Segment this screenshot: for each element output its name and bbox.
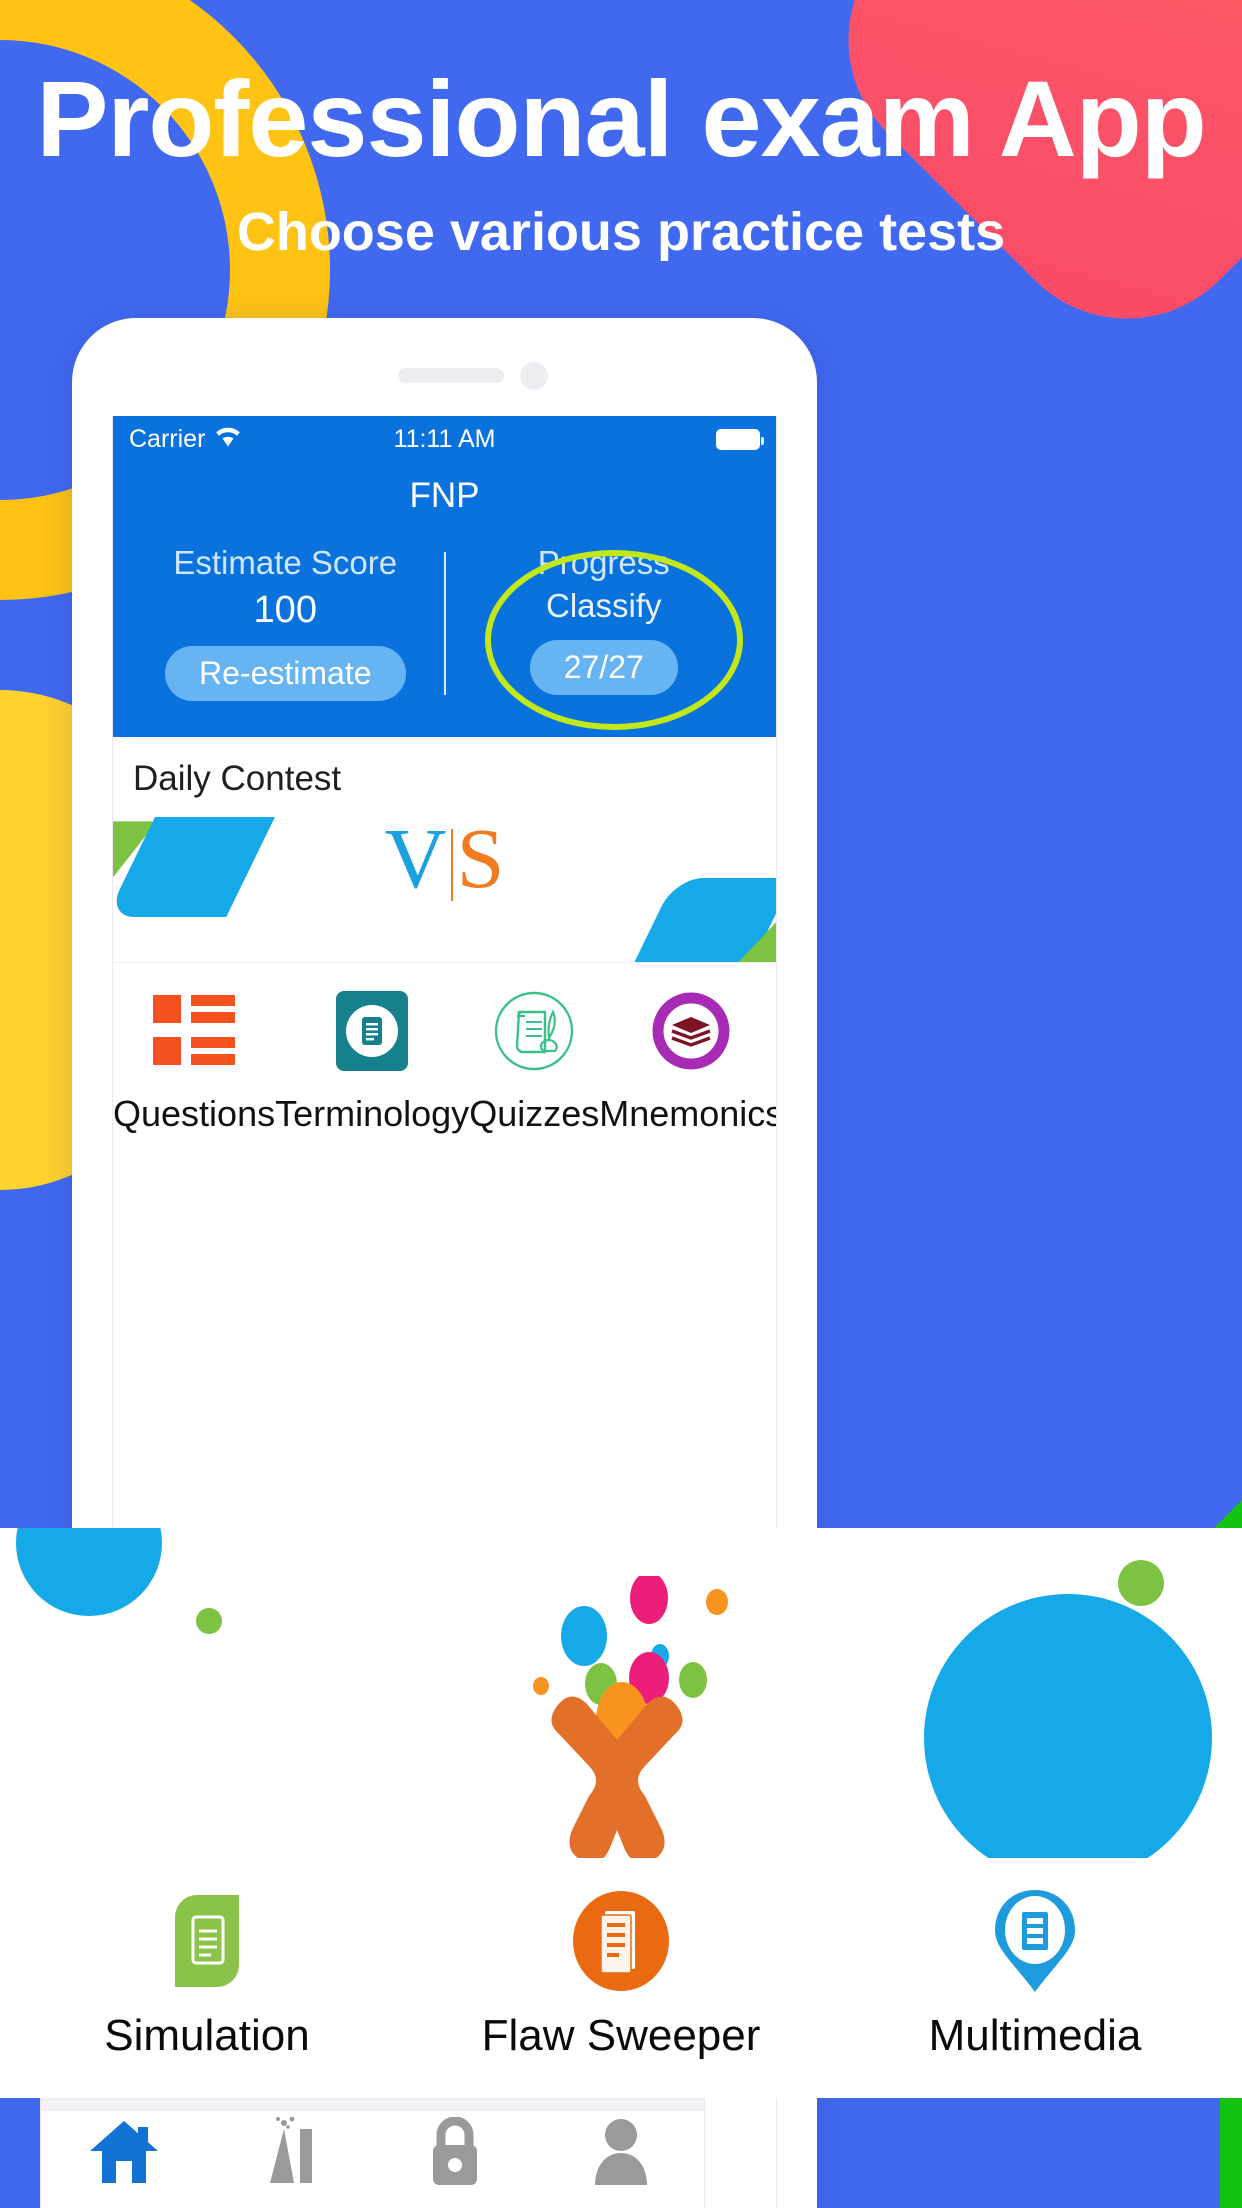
status-time: 11:11 AM (393, 424, 496, 453)
document-badge-icon (275, 989, 469, 1073)
feature-label: Simulation (104, 2011, 310, 2060)
estimate-score-label: Estimate Score (173, 544, 398, 581)
feature-multimedia[interactable]: Multimedia (828, 1887, 1242, 2061)
feature-simulation[interactable]: Simulation (0, 1887, 414, 2061)
home-icon (88, 2117, 160, 2190)
blue-semicircle-decoration (16, 1528, 162, 1616)
feature-row-primary: Questions Terminology Quizzes Mnemonics (113, 963, 777, 1154)
status-bar: Carrier 11:11 AM (113, 416, 776, 462)
estimate-score-block: Estimate Score 100 Re-estimate (127, 542, 444, 702)
feature-label: Terminology (275, 1093, 470, 1135)
phone-camera (520, 362, 548, 390)
versus-s: S (456, 810, 505, 907)
feature-label: Mnemonics (599, 1093, 777, 1135)
green-dot-decoration-2 (1118, 1560, 1164, 1606)
promo-screenshot: Professional exam App Choose various pra… (0, 0, 1242, 2208)
versus-divider (450, 829, 453, 902)
tab-home[interactable] (41, 2117, 207, 2190)
battery-icon (716, 428, 764, 450)
feature-label: Questions (113, 1093, 276, 1135)
tab-lock[interactable] (373, 2116, 539, 2190)
person-icon (589, 2117, 653, 2190)
tab-flask[interactable] (207, 2116, 373, 2190)
feature-row-secondary: Simulation Flaw Sweeper Multimedia (0, 1858, 1242, 2098)
progress-count-badge[interactable]: 27/27 (529, 639, 678, 695)
phone-speaker (398, 368, 504, 383)
layers-stack-icon (599, 989, 776, 1073)
banner-title: Professional exam App (36, 58, 1206, 179)
feature-quizzes[interactable]: Quizzes (469, 989, 599, 1135)
feature-questions[interactable]: Questions (113, 989, 275, 1135)
estimate-score-value: 100 (253, 588, 317, 631)
blue-circle-decoration (924, 1594, 1212, 1882)
documents-circle-icon (414, 1887, 828, 1995)
daily-contest-card[interactable]: Daily Contest VS (113, 737, 776, 964)
classify-label: Classify (545, 586, 662, 624)
feature-label: Multimedia (928, 2011, 1142, 2060)
progress-label: Progress (537, 544, 670, 581)
feature-flaw-sweeper[interactable]: Flaw Sweeper (414, 1887, 828, 2061)
versus-v: V (384, 810, 447, 907)
green-dot-decoration (196, 1608, 222, 1634)
promo-banner: Professional exam App Choose various pra… (0, 0, 1242, 263)
feature-terminology[interactable]: Terminology (275, 989, 469, 1135)
map-pin-document-icon (828, 1887, 1242, 1995)
re-estimate-button[interactable]: Re-estimate (165, 646, 406, 702)
daily-contest-title: Daily Contest (133, 759, 342, 799)
feature-label: Flaw Sweeper (481, 2011, 761, 2060)
erupting-flask-icon (254, 2116, 326, 2190)
scroll-quill-icon (469, 989, 599, 1073)
app-title: FNP (409, 476, 480, 515)
bottom-tab-bar (40, 2098, 705, 2208)
progress-classify-block[interactable]: Progress Classify 27/27 (446, 542, 763, 701)
banner-subtitle: Choose various practice tests (236, 201, 1006, 262)
leaf-document-icon (0, 1887, 414, 1995)
feature-mnemonics[interactable]: Mnemonics (599, 989, 777, 1135)
versus-graphic: VS (113, 815, 776, 902)
list-blocks-icon (113, 989, 275, 1073)
app-header: FNP Estimate Score 100 Re-estimate Progr… (113, 462, 776, 738)
lock-icon (423, 2116, 487, 2190)
stats-panel: Estimate Score 100 Re-estimate Progress … (113, 542, 776, 730)
tab-profile[interactable] (538, 2117, 704, 2190)
feature-label: Quizzes (469, 1093, 600, 1135)
